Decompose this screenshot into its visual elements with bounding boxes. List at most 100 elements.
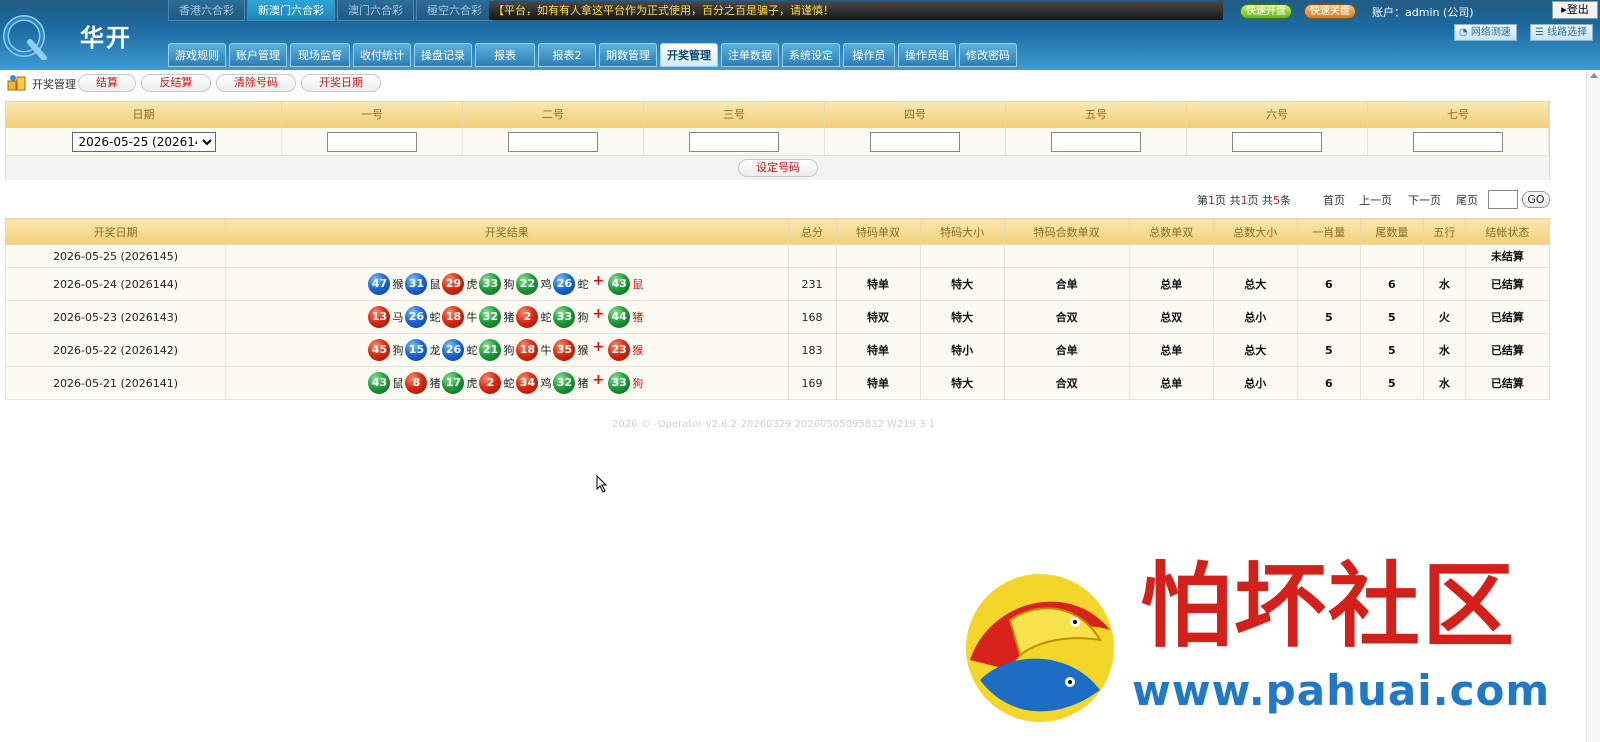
ball-item: 33 狗	[479, 273, 514, 295]
form-col-header: 二号	[463, 102, 644, 128]
lottery-tab[interactable]: 香港六合彩	[168, 0, 245, 21]
draw-result-cell	[225, 244, 789, 268]
zodiac-label: 狗	[503, 344, 515, 357]
column-header: 特码合数单双	[1003, 218, 1130, 245]
cell-yx: 6	[1296, 366, 1361, 400]
nav-item[interactable]: 修改密码	[959, 43, 1017, 67]
zodiac-label: 牛	[540, 344, 552, 357]
draw-date-button[interactable]: 开奖日期	[301, 74, 381, 92]
number-input-2[interactable]	[508, 131, 598, 152]
brand-logo-icon	[3, 15, 47, 60]
cell-total: 183	[787, 333, 837, 367]
cell-total: 168	[787, 300, 837, 334]
nav-item[interactable]: 操盘记录	[414, 43, 472, 67]
cell-wx: 水	[1422, 333, 1466, 367]
form-input-cell: 2026-05-25 (2026145)	[6, 128, 282, 155]
pager-current-page: 1	[1208, 194, 1215, 207]
zodiac-label: 蛇	[577, 278, 589, 291]
ball-item: 32 猪	[479, 306, 514, 328]
ball-item: 13 马	[368, 306, 403, 328]
vertical-scrollbar[interactable]	[1586, 70, 1600, 742]
settle-button[interactable]: 结算	[78, 74, 136, 92]
number-input-3[interactable]	[689, 131, 779, 152]
zodiac-label: 猪	[429, 377, 441, 390]
number-ball: 33	[608, 372, 631, 394]
number-ball: 34	[516, 372, 539, 394]
ball-item: 32 猪	[553, 372, 588, 394]
number-ball: 31	[405, 273, 428, 295]
set-numbers-button[interactable]: 设定号码	[738, 159, 818, 177]
zodiac-label: 鼠	[429, 278, 441, 291]
prev-page-link[interactable]: 上一页	[1359, 192, 1392, 208]
pager-total-count: 5	[1273, 194, 1280, 207]
nav-item[interactable]: 操作员组	[898, 43, 956, 67]
line-select-button[interactable]: ☰ 线路选择	[1530, 24, 1594, 41]
coins-icon	[7, 75, 26, 91]
zodiac-label: 猪	[632, 311, 644, 324]
draw-date-select[interactable]: 2026-05-25 (2026145)	[71, 131, 216, 152]
nav-item[interactable]: 系统设定	[782, 43, 840, 67]
nav-item[interactable]: 报表	[475, 43, 535, 67]
zodiac-label: 蛇	[540, 311, 552, 324]
quick-open-button[interactable]: 快速开盘	[1240, 4, 1292, 19]
go-button[interactable]: GO	[1522, 191, 1550, 208]
ball-item: 47 猴	[368, 273, 403, 295]
nav-item[interactable]: 操作员	[843, 43, 895, 67]
cell-ws: 5	[1359, 333, 1424, 367]
mouse-cursor-icon	[596, 475, 608, 493]
number-ball: 17	[442, 372, 465, 394]
number-input-5[interactable]	[1051, 131, 1141, 152]
result-balls: 43 鼠 8 猪 17 虎 2 蛇 34 鸡 32 猪 +33 狗	[368, 372, 645, 394]
cell-zs_ds: 总单	[1128, 333, 1214, 367]
quick-close-button[interactable]: 快速关盘	[1304, 4, 1356, 19]
zodiac-label: 牛	[466, 311, 478, 324]
number-input-7[interactable]	[1413, 131, 1503, 152]
nav-item[interactable]: 收付统计	[353, 43, 411, 67]
number-ball: 2	[479, 372, 502, 394]
next-page-link[interactable]: 下一页	[1408, 192, 1441, 208]
nav-item[interactable]: 开奖管理	[660, 43, 718, 67]
number-input-6[interactable]	[1232, 131, 1322, 152]
nav-item[interactable]: 游戏规则	[168, 43, 226, 67]
lottery-tab[interactable]: 澳门六合彩	[337, 0, 414, 21]
table-row: 2026-05-22 (2026142) 45 狗 15 龙 26 蛇 21 狗 18 牛 35 猴 +2…	[4, 333, 1551, 367]
lottery-tab[interactable]: 極空六合彩	[416, 0, 493, 21]
nav-item[interactable]: 期数管理	[599, 43, 657, 67]
column-header: 特码大小	[919, 218, 1005, 245]
ball-item: 33 狗	[608, 372, 643, 394]
nav-item[interactable]: 现场监督	[290, 43, 350, 67]
nav-item[interactable]: 注单数据	[721, 43, 779, 67]
lottery-tab[interactable]: 新澳门六合彩	[247, 0, 335, 21]
cell-yx: 5	[1296, 333, 1361, 367]
footer-version: 2026 © -Operator v2.6.2-20260329 2026050…	[612, 419, 935, 430]
result-balls: 13 马 26 蛇 18 牛 32 猪 2 蛇 33 狗 +44 猪	[368, 306, 645, 328]
speed-gauge-icon: ◔	[1459, 27, 1468, 38]
ball-item: 8猪	[405, 372, 440, 394]
number-input-4[interactable]	[870, 131, 960, 152]
form-input-cell	[1368, 128, 1549, 155]
clear-numbers-button[interactable]: 清除号码	[216, 74, 296, 92]
zodiac-label: 鸡	[540, 278, 552, 291]
table-row: 2026-05-24 (2026144) 47 猴 31 鼠 29 虎 33 狗 22 鸡 26 蛇 +4…	[4, 267, 1551, 301]
column-header: 一肖量	[1296, 218, 1361, 245]
cell-tm_ds: 特单	[835, 366, 921, 400]
number-input-1[interactable]	[327, 131, 417, 152]
table-row: 2026-05-25 (2026145) 未结算	[4, 244, 1551, 268]
form-action-row: 设定号码	[6, 156, 1549, 180]
nav-item[interactable]: 报表2	[538, 43, 596, 67]
cell-tm_hs: 合双	[1003, 300, 1130, 334]
nav-item[interactable]: 账户管理	[229, 43, 287, 67]
last-page-link[interactable]: 尾页	[1456, 192, 1478, 208]
column-header: 特码单双	[835, 218, 921, 245]
number-ball: 33	[479, 273, 502, 295]
network-speed-button[interactable]: ◔ 网络测速	[1454, 24, 1517, 41]
number-ball: 45	[368, 339, 391, 361]
cell-tm_hs: 合双	[1003, 366, 1130, 400]
first-page-link[interactable]: 首页	[1323, 192, 1345, 208]
cell-ws: 5	[1359, 366, 1424, 400]
cell-status: 未结算	[1464, 244, 1551, 268]
page-number-input[interactable]	[1488, 190, 1518, 209]
unsettle-button[interactable]: 反结算	[141, 74, 211, 92]
logout-button[interactable]: ▸登出	[1552, 1, 1598, 19]
scroll-up-icon[interactable]	[1590, 73, 1598, 78]
